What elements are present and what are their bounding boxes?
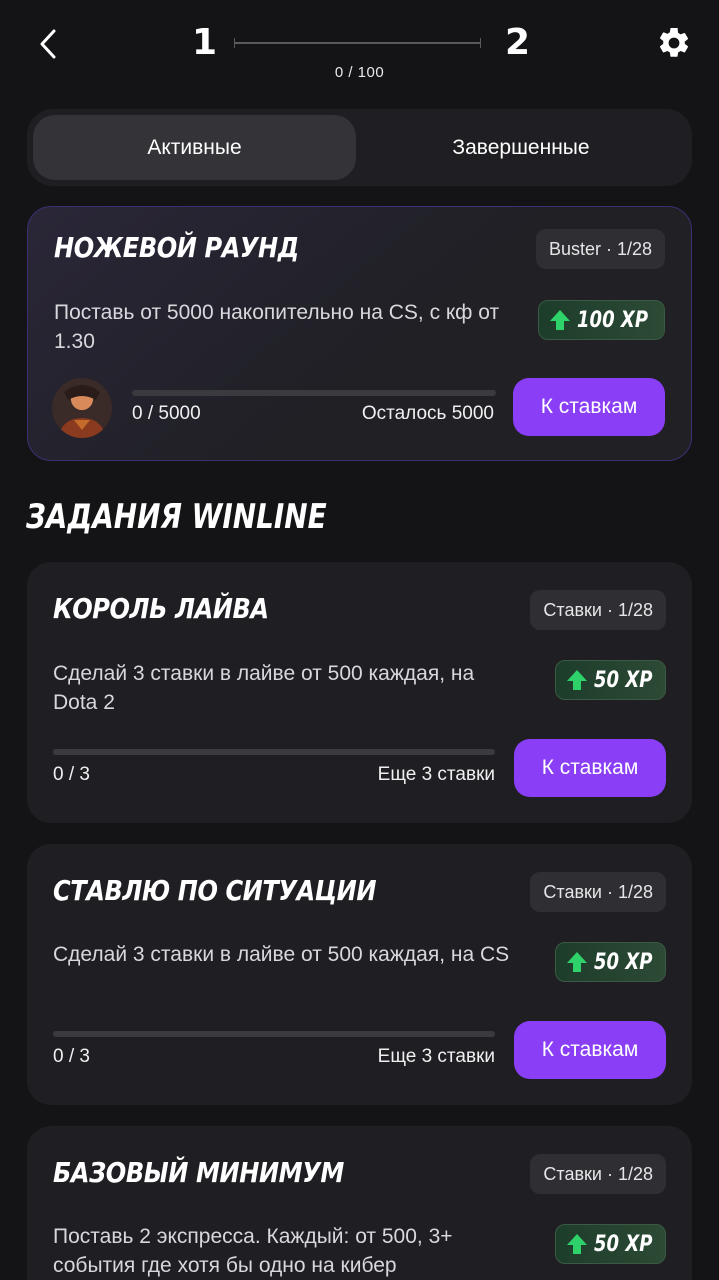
task-badge: Ставки · 1/28 <box>530 872 666 912</box>
task-description: Поставь 2 экспресса. Каждый: от 500, 3+ … <box>53 1225 453 1277</box>
task-progress-text: 0 / 3 <box>53 1046 90 1067</box>
arrow-up-icon <box>566 952 587 972</box>
task-title: СТАВЛЮ ПО СИТУАЦИИ <box>53 874 377 907</box>
xp-reward: 50 XP <box>554 660 666 700</box>
tab-active[interactable]: Активные <box>33 115 356 180</box>
task-title: НОЖЕВОЙ РАУНД <box>54 231 299 264</box>
to-bets-button[interactable]: К ставкам <box>513 378 665 436</box>
featured-task-card: НОЖЕВОЙ РАУНД Buster · 1/28 Поставь от 5… <box>27 206 692 461</box>
task-badge: Buster · 1/28 <box>535 229 665 269</box>
avatar-image <box>58 385 106 438</box>
level-progress-bar <box>234 38 481 48</box>
task-remaining-text: Еще 3 ставки <box>377 764 495 785</box>
chevron-left-icon <box>40 29 56 59</box>
task-title: КОРОЛЬ ЛАЙВА <box>53 592 269 625</box>
back-button[interactable] <box>30 24 66 64</box>
settings-button[interactable] <box>656 25 692 61</box>
avatar <box>52 378 112 438</box>
task-badge: Ставки · 1/28 <box>530 590 666 630</box>
xp-reward: 100 XP <box>538 300 665 340</box>
task-progress-bar <box>132 390 496 396</box>
tabs: Активные Завершенные <box>27 109 692 186</box>
task-description: Поставь от 5000 накопительно на CS, с кф… <box>54 301 500 353</box>
arrow-up-icon <box>550 310 571 330</box>
task-title: БАЗОВЫЙ МИНИМУМ <box>53 1156 344 1189</box>
task-description: Сделай 3 ставки в лайве от 500 каждая, н… <box>53 662 475 714</box>
to-bets-button[interactable]: К ставкам <box>514 739 666 797</box>
xp-value: 50 XP <box>593 949 653 975</box>
section-title: ЗАДАНИЯ WINLINE <box>26 497 327 537</box>
header: 1 2 0 / 100 <box>0 0 719 100</box>
task-progress-text: 0 / 5000 <box>132 403 201 424</box>
task-progress-text: 0 / 3 <box>53 764 90 785</box>
arrow-up-icon <box>566 670 587 690</box>
task-badge: Ставки · 1/28 <box>530 1154 666 1194</box>
xp-value: 50 XP <box>593 667 653 693</box>
task-remaining-text: Еще 3 ставки <box>377 1046 495 1067</box>
to-bets-button[interactable]: К ставкам <box>514 1021 666 1079</box>
gear-icon <box>659 27 689 57</box>
xp-reward: 50 XP <box>554 942 666 982</box>
next-level: 2 <box>505 22 531 63</box>
level-progress-text: 0 / 100 <box>334 64 385 81</box>
task-card: КОРОЛЬ ЛАЙВА Ставки · 1/28 Сделай 3 став… <box>27 562 692 823</box>
tab-completed[interactable]: Завершенные <box>356 115 686 180</box>
xp-value: 100 XP <box>577 307 649 333</box>
current-level: 1 <box>192 22 218 63</box>
task-remaining-text: Осталось 5000 <box>361 403 494 424</box>
task-card: СТАВЛЮ ПО СИТУАЦИИ Ставки · 1/28 Сделай … <box>27 844 692 1105</box>
task-progress-bar <box>53 1031 495 1037</box>
xp-reward: 50 XP <box>554 1224 666 1264</box>
arrow-up-icon <box>566 1234 587 1254</box>
xp-value: 50 XP <box>593 1231 653 1257</box>
task-description: Сделай 3 ставки в лайве от 500 каждая, н… <box>53 943 510 966</box>
task-progress-bar <box>53 749 495 755</box>
task-card: БАЗОВЫЙ МИНИМУМ Ставки · 1/28 Поставь 2 … <box>27 1126 692 1280</box>
